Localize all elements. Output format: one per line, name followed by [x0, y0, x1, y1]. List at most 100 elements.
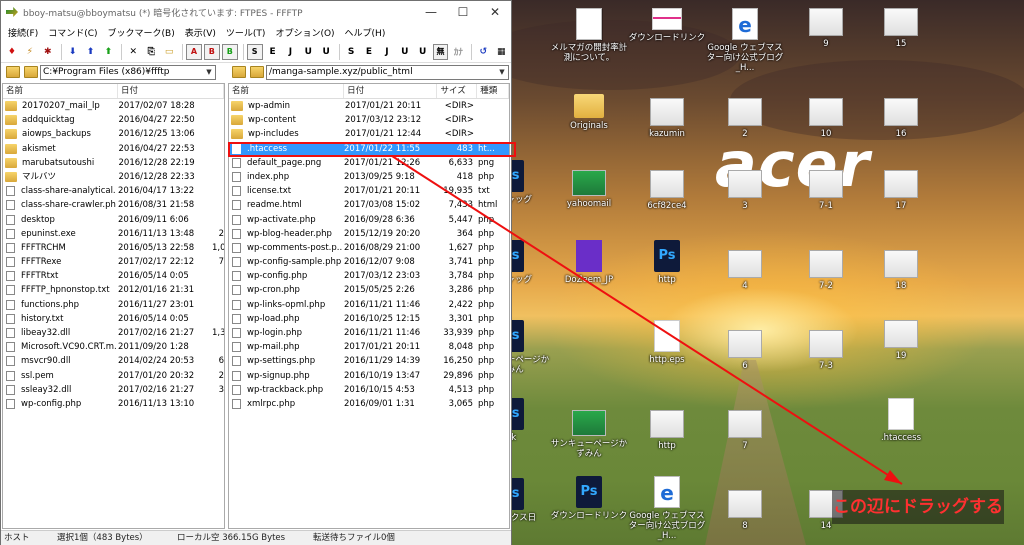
local-file-row[interactable]: libeay32.dll 2017/02/16 21:27 1,3 — [3, 326, 224, 340]
rename-icon[interactable]: ⎘ — [143, 44, 159, 60]
local-euc-button[interactable]: E — [361, 44, 377, 60]
desktop-icon[interactable]: 7-3 — [787, 330, 865, 371]
local-utf8-button[interactable]: U — [397, 44, 413, 60]
desktop-icon[interactable]: 6 — [706, 330, 784, 371]
remote-file-row[interactable]: wp-links-opml.php 2016/11/21 11:46 2,422 ph… — [229, 298, 509, 312]
remote-file-row[interactable]: wp-comments-post.p... 2016/08/29 21:00 1,6… — [229, 241, 509, 255]
no-convert-button[interactable]: 無 — [432, 43, 449, 60]
desktop-icon[interactable]: Ps ージャッグ — [510, 240, 550, 285]
host-euc-button[interactable]: E — [265, 44, 281, 60]
column-size[interactable]: サイズ — [437, 84, 478, 98]
refresh-icon[interactable]: ↺ — [475, 44, 491, 60]
list-view-icon[interactable]: ▦ — [493, 44, 509, 60]
column-date[interactable]: 日付 — [118, 84, 224, 98]
column-name[interactable]: 名前 — [3, 84, 118, 98]
column-name[interactable]: 名前 — [229, 84, 345, 98]
desktop-icon[interactable]: 8 — [706, 490, 784, 531]
host-jis-button[interactable]: J — [282, 44, 298, 60]
delete-icon[interactable]: ✕ — [125, 44, 141, 60]
remote-file-list[interactable]: 名前 日付 サイズ 種類 wp-admin 2017/01/21 20:11 <DI… — [228, 83, 510, 529]
menu-help[interactable]: ヘルプ(H) — [340, 26, 391, 39]
desktop-icon[interactable]: Ps ダウンロードリンク — [550, 476, 628, 521]
local-file-row[interactable]: akismet 2016/04/27 22:53 — [3, 142, 224, 156]
local-file-row[interactable]: Microsoft.VC90.CRT.m... 2011/09/20 1:28 — [3, 340, 224, 354]
local-file-row[interactable]: marubatsutoushi 2016/12/28 22:19 — [3, 156, 224, 170]
desktop-icon[interactable]: 19 — [862, 320, 940, 361]
remote-file-row[interactable]: default_page.png 2017/01/21 12:26 6,633 png — [229, 156, 509, 170]
remote-file-row[interactable]: wp-activate.php 2016/09/28 6:36 5,447 php — [229, 213, 509, 227]
menu-bookmark[interactable]: ブックマーク(B) — [103, 26, 180, 39]
remote-file-row[interactable]: wp-config.php 2017/03/12 23:03 3,784 php — [229, 269, 509, 283]
desktop-icon[interactable]: 17 — [862, 170, 940, 211]
desktop-icon[interactable]: 2 — [706, 98, 784, 139]
local-file-row[interactable]: ssl.pem 2017/01/20 20:32 2 — [3, 369, 224, 383]
desktop-icon[interactable]: 6cf82ce4 — [628, 170, 706, 211]
desktop-icon[interactable]: 18 — [862, 250, 940, 291]
host-sjis-button[interactable]: S — [246, 43, 263, 60]
desktop-icon[interactable]: http.eps — [628, 320, 706, 365]
menu-tools[interactable]: ツール(T) — [221, 26, 271, 39]
local-utf8bom-button[interactable]: U — [415, 44, 431, 60]
menu-connect[interactable]: 接続(F) — [3, 26, 43, 39]
desktop-icon[interactable]: メルマガの開封率計測について。 — [550, 8, 628, 63]
remote-file-row[interactable]: wp-load.php 2016/10/25 12:15 3,301 php — [229, 312, 509, 326]
local-parent-folder-icon[interactable] — [6, 66, 20, 78]
download-icon[interactable]: ⬇ — [65, 44, 81, 60]
menu-view[interactable]: 表示(V) — [180, 26, 221, 39]
desktop-icon[interactable]: DoZeem_JP — [550, 240, 628, 285]
desktop-icon[interactable]: http — [628, 410, 706, 451]
local-file-row[interactable]: msvcr90.dll 2014/02/24 20:53 6 — [3, 354, 224, 368]
remote-file-row[interactable]: wp-config-sample.php 2016/12/07 9:08 3,741… — [229, 255, 509, 269]
local-file-row[interactable]: マルバツ 2016/12/28 22:33 — [3, 170, 224, 184]
remote-file-row[interactable]: wp-blog-header.php 2015/12/19 20:20 364 php — [229, 227, 509, 241]
column-date[interactable]: 日付 — [344, 84, 438, 98]
menu-options[interactable]: オプション(O) — [270, 26, 339, 39]
remote-file-row[interactable]: wp-content 2017/03/12 23:12 <DIR> — [229, 113, 509, 127]
title-bar[interactable]: bboy-matsu@bboymatsu (*) 暗号化されています: FTPE… — [1, 1, 511, 23]
column-kind[interactable]: 種類 — [477, 84, 509, 98]
remote-file-row[interactable]: wp-signup.php 2016/10/19 13:47 29,896 php — [229, 369, 509, 383]
local-file-row[interactable]: class-share-crawler.php 2016/08/31 21:58 — [3, 198, 224, 212]
close-button[interactable]: ✕ — [479, 1, 511, 23]
local-open-folder-icon[interactable] — [24, 66, 38, 78]
minimize-button[interactable]: — — [415, 1, 447, 23]
remote-file-row[interactable]: wp-mail.php 2017/01/21 20:11 8,048 php — [229, 340, 509, 354]
desktop-icon[interactable]: kazumin — [628, 98, 706, 139]
remote-file-row[interactable]: index.php 2013/09/25 9:18 418 php — [229, 170, 509, 184]
remote-file-row-selected[interactable]: .htaccess 2017/01/22 11:55 483 ht... — [229, 141, 509, 156]
local-file-row[interactable]: 20170207_mail_lp 2017/02/07 18:28 — [3, 99, 224, 113]
remote-open-folder-icon[interactable] — [250, 66, 264, 78]
remote-parent-folder-icon[interactable] — [232, 66, 246, 78]
desktop-icon[interactable]: .htaccess — [862, 398, 940, 443]
remote-path-field[interactable]: /manga-sample.xyz/public_html ▼ — [266, 64, 509, 80]
desktop-icon[interactable]: Ps サンキューページかずみん — [510, 320, 550, 375]
host-utf8bom-button[interactable]: U — [318, 44, 334, 60]
desktop-icon[interactable]: 9 — [787, 8, 865, 49]
desktop-icon[interactable]: 7-2 — [787, 250, 865, 291]
chevron-down-icon[interactable]: ▼ — [496, 65, 508, 79]
local-file-row[interactable]: wp-config.php 2016/11/13 13:10 — [3, 397, 224, 411]
binary-mode-button[interactable]: B — [203, 43, 220, 60]
desktop-icon[interactable]: 7-1 — [787, 170, 865, 211]
desktop-icon[interactable]: 16 — [862, 98, 940, 139]
desktop-icon[interactable]: 15 — [862, 8, 940, 49]
desktop-icon[interactable]: Psnk — [510, 398, 550, 443]
remote-file-row[interactable]: wp-settings.php 2016/11/29 14:39 16,250 php — [229, 354, 509, 368]
upload-icon[interactable]: ⬆ — [83, 44, 99, 60]
local-file-row[interactable]: FFFTRCHM 2016/05/13 22:58 1,0 — [3, 241, 224, 255]
disconnect-icon[interactable]: ✱ — [40, 44, 56, 60]
desktop-icon[interactable]: yahoomail — [550, 170, 628, 209]
local-file-row[interactable]: aiowps_backups 2016/12/25 13:06 — [3, 127, 224, 141]
local-path-field[interactable]: C:¥Program Files (x86)¥ffftp ▼ — [40, 64, 216, 80]
local-file-row[interactable]: desktop 2016/09/11 6:06 — [3, 213, 224, 227]
local-file-row[interactable]: ssleay32.dll 2017/02/16 21:27 3 — [3, 383, 224, 397]
remote-file-row[interactable]: wp-cron.php 2015/05/25 2:26 3,286 php — [229, 283, 509, 297]
remote-file-row[interactable]: wp-admin 2017/01/21 20:11 <DIR> — [229, 99, 509, 113]
chevron-down-icon[interactable]: ▼ — [203, 65, 215, 79]
remote-file-row[interactable]: license.txt 2017/01/21 20:11 19,935 txt — [229, 184, 509, 198]
remote-file-row[interactable]: xmlrpc.php 2016/09/01 1:31 3,065 php — [229, 397, 509, 411]
remote-file-row[interactable]: wp-trackback.php 2016/10/15 4:53 4,513 php — [229, 383, 509, 397]
local-sjis-button[interactable]: S — [343, 44, 359, 60]
remote-file-row[interactable]: wp-login.php 2016/11/21 11:46 33,939 php — [229, 326, 509, 340]
local-file-row[interactable]: history.txt 2016/05/14 0:05 — [3, 312, 224, 326]
